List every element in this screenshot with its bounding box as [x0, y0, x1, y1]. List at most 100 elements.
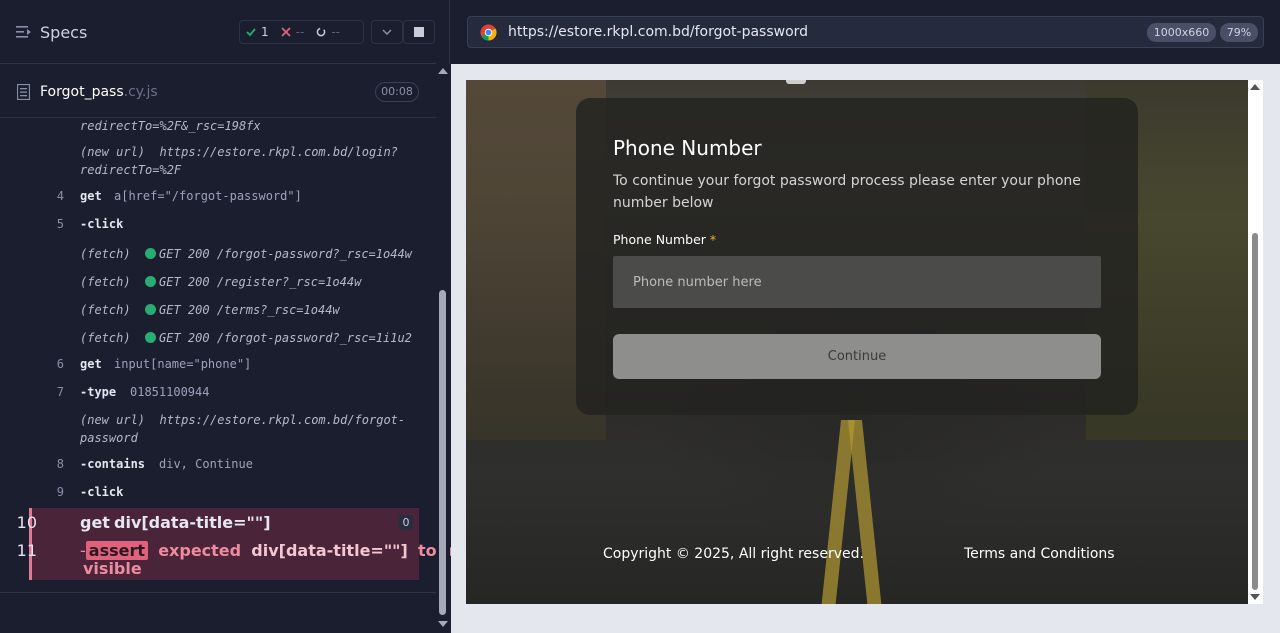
status-dot-icon — [145, 276, 157, 287]
spec-file-basename: Forgot_pass — [40, 84, 124, 100]
spec-file-name: Forgot_pass.cy.js — [40, 84, 158, 100]
clipped-heading — [786, 80, 806, 84]
assert-line: -assert expected div[data-title=""] to b… — [80, 541, 465, 560]
check-icon — [246, 28, 256, 37]
fetch-value: GET 200 /forgot-password?_rsc=1o44w — [159, 247, 412, 261]
command-message: div, Continue — [159, 457, 253, 471]
command-name: -contains — [80, 457, 146, 471]
chrome-icon — [480, 24, 497, 41]
log-newurl-key: (new url) — [80, 145, 146, 159]
continue-button[interactable]: Continue — [613, 334, 1101, 379]
command-name: -click — [80, 485, 124, 499]
fetch-value: GET 200 /forgot-password?_rsc=1i1u2 — [159, 331, 412, 345]
spec-file-ext: .cy.js — [123, 84, 158, 100]
failed-commands[interactable]: 10 get div[data-title=""] 11 - assert exp… — [17, 508, 465, 580]
fetch-key: (fetch) — [80, 247, 131, 261]
phone-field-label: Phone Number * — [613, 232, 716, 247]
aut-scroll-down-icon[interactable] — [1250, 594, 1260, 600]
passed-count: 1 — [261, 25, 269, 39]
fetch-key: (fetch) — [80, 331, 131, 345]
command-name: get — [80, 357, 102, 371]
card-description: To continue your forgot password process… — [613, 173, 1081, 211]
command-name: get — [80, 513, 110, 532]
command-number: 4 — [56, 189, 64, 203]
log-newurl-1-cont: redirectTo=%2F — [80, 163, 182, 177]
passed-stat: 1 — [240, 25, 275, 39]
element-count-badge: 0 — [399, 515, 413, 530]
command-number: 10 — [16, 513, 37, 532]
status-dot-icon — [145, 332, 157, 343]
command-number: 9 — [56, 485, 64, 499]
url-bar[interactable]: https://estore.rkpl.com.bd/forgot-passwo… — [467, 16, 1264, 48]
aut-scroll-thumb[interactable] — [1252, 233, 1258, 590]
log-newurl-1[interactable]: (new url) https://estore.rkpl.com.bd/log… — [80, 145, 398, 159]
browser-toolbar: https://estore.rkpl.com.bd/forgot-passwo… — [451, 0, 1280, 64]
command-name: -type — [80, 385, 117, 399]
phone-label-text: Phone Number — [613, 232, 706, 247]
log-fetch-4[interactable]: (fetch) GET 200 /forgot-password?_rsc=1i… — [80, 331, 412, 345]
divider — [0, 592, 436, 593]
log-fetch-3[interactable]: (fetch) GET 200 /terms?_rsc=1o44w — [80, 303, 340, 317]
log-newurl-value: https://estore.rkpl.com.bd/forgot- — [159, 413, 406, 427]
command-name: -click — [80, 217, 124, 231]
zoom-badge[interactable]: 79% — [1220, 23, 1258, 42]
command-message: a[href="/forgot-password"] — [114, 189, 302, 203]
assert-dash: - — [80, 541, 86, 560]
command-number: 7 — [56, 385, 64, 399]
status-dot-icon — [145, 304, 157, 315]
log-fetch-2[interactable]: (fetch) GET 200 /register?_rsc=1o44w — [80, 275, 361, 289]
command-name: get — [80, 189, 102, 203]
spec-file-row[interactable]: Forgot_pass.cy.js 00:08 — [0, 74, 436, 118]
assert-subject: div[data-title=""] — [251, 541, 408, 560]
assert-expected: expected — [158, 541, 242, 560]
specs-title[interactable]: Specs — [40, 23, 87, 42]
command-message: div[data-title=""] — [114, 513, 271, 532]
chevron-down-icon — [382, 29, 392, 35]
log-newurl-value: https://estore.rkpl.com.bd/login? — [159, 145, 398, 159]
failed-stat: -- — [275, 25, 311, 39]
cypress-runner: Specs 1 -- -- Forgot_pass.cy.js 00:08 re… — [0, 0, 1280, 633]
specs-header: Specs 1 -- -- — [0, 0, 436, 64]
stop-button[interactable] — [403, 20, 435, 44]
fetch-key: (fetch) — [80, 303, 131, 317]
x-icon — [281, 27, 291, 37]
aut-scroll-up-icon[interactable] — [1250, 84, 1260, 90]
reporter-scroll-thumb[interactable] — [439, 290, 446, 615]
spec-duration-badge: 00:08 — [375, 82, 419, 102]
log-redirect-line: redirectTo=%2F&_rsc=198fx — [80, 119, 261, 133]
run-stats: 1 -- -- — [239, 20, 364, 44]
required-mark: * — [709, 232, 717, 247]
scroll-down-icon[interactable] — [438, 621, 448, 627]
pending-circle-icon — [316, 27, 326, 37]
assert-chip: assert — [85, 541, 149, 560]
fetch-key: (fetch) — [80, 275, 131, 289]
card-title: Phone Number — [613, 136, 762, 160]
chevron-down-button[interactable] — [371, 20, 403, 44]
fetch-value: GET 200 /terms?_rsc=1o44w — [159, 303, 340, 317]
scroll-up-icon[interactable] — [438, 68, 448, 74]
terms-link[interactable]: Terms and Conditions — [964, 546, 1115, 562]
reporter-panel: Specs 1 -- -- Forgot_pass.cy.js 00:08 re… — [0, 0, 465, 633]
browser-panel: https://estore.rkpl.com.bd/forgot-passwo… — [451, 0, 1280, 633]
assert-visible: visible — [83, 559, 142, 578]
command-number: 5 — [56, 217, 64, 231]
phone-input[interactable] — [613, 256, 1101, 308]
log-newurl-key: (new url) — [80, 413, 146, 427]
log-fetch-1[interactable]: (fetch) GET 200 /forgot-password?_rsc=1o… — [80, 247, 412, 261]
document-icon — [17, 84, 30, 100]
command-number: 11 — [16, 541, 37, 560]
log-newurl-2-cont: password — [80, 431, 138, 445]
command-number: 8 — [56, 457, 64, 471]
pending-stat: -- — [310, 25, 346, 39]
app-under-test: Phone Number To continue your forgot pas… — [466, 80, 1248, 604]
command-message: 01851100944 — [130, 385, 210, 399]
status-dot-icon — [145, 248, 157, 259]
specs-list-icon[interactable] — [16, 25, 32, 39]
copyright-text: Copyright © 2025, All right reserved. — [603, 546, 864, 562]
log-newurl-2[interactable]: (new url) https://estore.rkpl.com.bd/for… — [80, 413, 405, 427]
pending-count: -- — [331, 25, 340, 39]
viewport-badge[interactable]: 1000x660 — [1147, 23, 1216, 42]
command-message: input[name="phone"] — [114, 357, 252, 371]
url-text: https://estore.rkpl.com.bd/forgot-passwo… — [508, 24, 809, 40]
fetch-value: GET 200 /register?_rsc=1o44w — [159, 275, 362, 289]
